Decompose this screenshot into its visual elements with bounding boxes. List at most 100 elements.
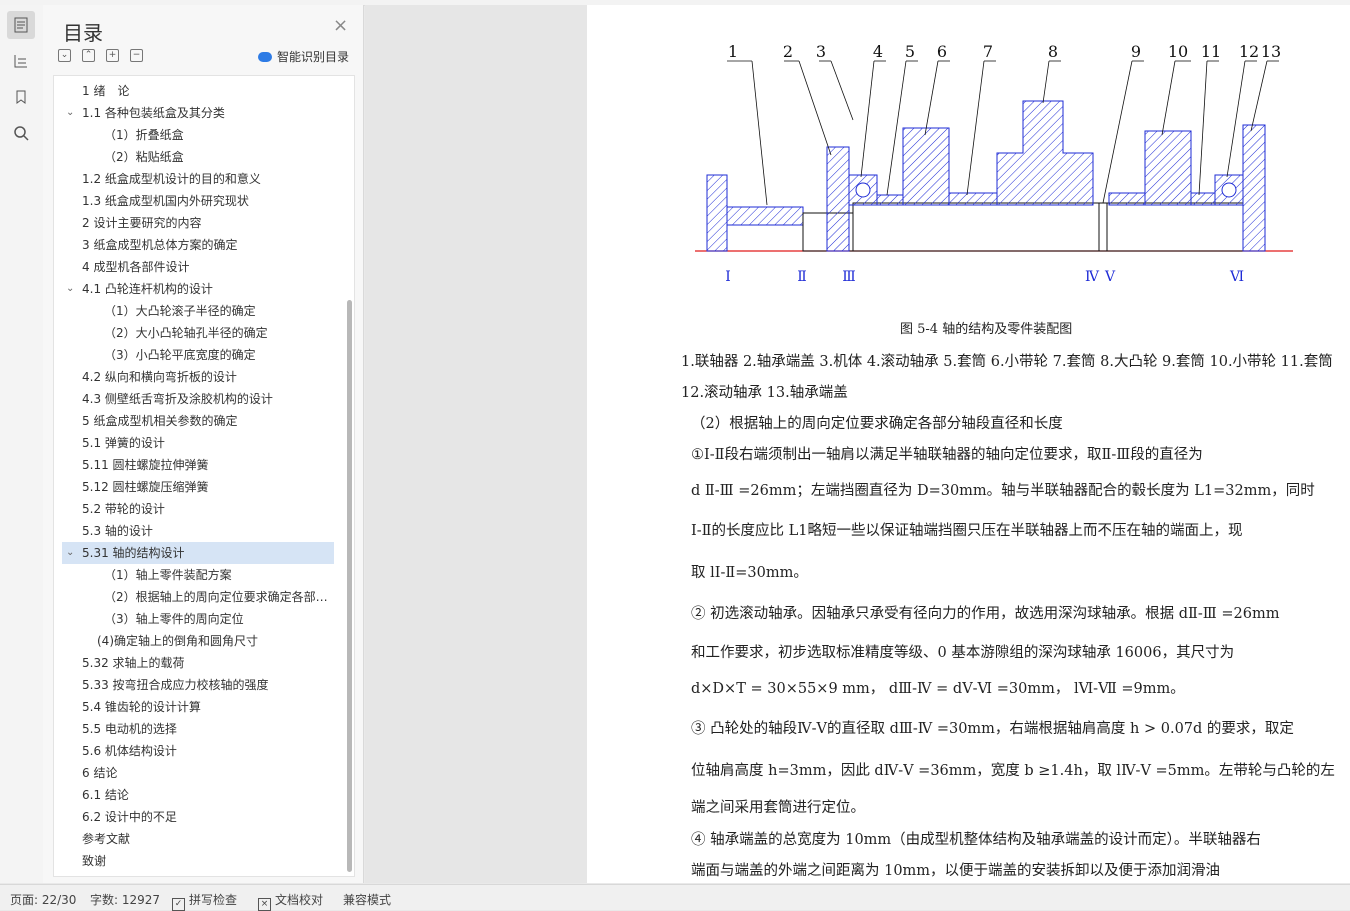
toc-item[interactable]: （1）轴上零件装配方案 (62, 564, 334, 586)
toc-item-label: （1）折叠纸盒 (104, 128, 184, 142)
section-marks: Ⅰ Ⅱ Ⅲ ⅣⅤ Ⅵ (725, 269, 1244, 285)
left-icon-rail (0, 5, 44, 883)
smart-toc-button[interactable]: 智能识别目录 (258, 48, 349, 65)
toc-item[interactable]: 5.4 锥齿轮的设计计算 (62, 696, 334, 718)
toc-item[interactable]: （1）折叠纸盒 (62, 124, 334, 146)
add-heading-icon[interactable]: + (106, 49, 119, 62)
toc-item[interactable]: 4.3 侧壁纸舌弯折及涂胶机构的设计 (62, 388, 334, 410)
coupling-hub (726, 206, 804, 226)
toc-item[interactable]: （2）大小凸轮轴孔半径的确定 (62, 322, 334, 344)
close-icon[interactable]: × (333, 17, 348, 35)
search-icon[interactable] (7, 119, 35, 147)
toc-panel: 目录 × ⌄ ⌃ + − 智能识别目录 1 绪 论 ⌄ 1.1 各种包装纸盒及其分类… (43, 5, 364, 883)
toc-item-label: 致谢 (82, 854, 107, 868)
word-count[interactable]: 字数: 12927 (90, 891, 160, 908)
compat-mode: 兼容模式 (343, 893, 392, 907)
toc-item[interactable]: （2）粘贴纸盒 (62, 146, 334, 168)
sleeve-7 (948, 192, 998, 206)
toc-item[interactable]: ⌄ 4.1 凸轮连杆机构的设计 (62, 278, 334, 300)
paragraph-line: Ⅰ-Ⅱ的长度应比 L1略短一些以保证轴端挡圈只压在半联轴器上而不压在轴的端面上，… (691, 523, 1243, 539)
bearing-ball-left (855, 182, 871, 198)
toc-item[interactable]: 5.2 带轮的设计 (62, 498, 334, 520)
part-number-label: 13 (1261, 42, 1281, 61)
bearing-ball-right (1221, 182, 1237, 198)
paragraph-line: ③ 凸轮处的轴段Ⅳ-Ⅴ的直径取 dⅢ-Ⅳ =30mm，右端根据轴肩高度 h > … (691, 721, 1294, 737)
toc-item[interactable]: （2）根据轴上的周向定位要求确定各部分轴段直径和长度 (62, 586, 334, 608)
cam-large (996, 100, 1094, 206)
spell-check-label: 拼写检查 (189, 893, 238, 907)
toc-item-label: （2）根据轴上的周向定位要求确定各部分轴段直径和长度 (104, 590, 330, 604)
part-number-label: 11 (1201, 42, 1221, 61)
toc-item[interactable]: 6.2 设计中的不足 (62, 806, 334, 828)
toc-item-label: （2）大小凸轮轴孔半径的确定 (104, 326, 268, 340)
toc-item-label: 2 设计主要研究的内容 (82, 216, 202, 230)
paragraph-line: 和工作要求，初步选取标准精度等级、0 基本游隙组的深沟球轴承 16006，其尺寸… (691, 645, 1235, 661)
toc-item[interactable]: ⌄ 1.1 各种包装纸盒及其分类 (62, 102, 334, 124)
toc-item[interactable]: 5.5 电动机的选择 (62, 718, 334, 740)
chevron-down-icon[interactable]: ⌄ (66, 102, 76, 124)
toc-item[interactable]: 3 纸盒成型机总体方案的确定 (62, 234, 334, 256)
folder-tree-icon[interactable] (7, 47, 35, 75)
toc-item[interactable]: （3）轴上零件的周向定位 (62, 608, 334, 630)
part-number-label: 9 (1131, 42, 1141, 61)
figure-caption: 图 5-4 轴的结构及零件装配图 (900, 322, 1073, 337)
toc-item[interactable]: 5.32 求轴上的载荷 (62, 652, 334, 674)
toc-item[interactable]: (4)确定轴上的倒角和圆角尺寸 (62, 630, 334, 652)
toc-icon[interactable] (7, 11, 35, 39)
toc-item-label: 1 绪 论 (82, 84, 130, 98)
status-bar: 页面: 22/30 字数: 12927 ✓ 拼写检查 × 文档校对 兼容模式 (0, 884, 1350, 911)
toc-item-label: 5.12 圆柱螺旋压缩弹簧 (82, 480, 209, 494)
toc-item[interactable]: 1.2 纸盒成型机设计的目的和意义 (62, 168, 334, 190)
toc-item[interactable]: 5.6 机体结构设计 (62, 740, 334, 762)
toc-item[interactable]: （3）小凸轮平底宽度的确定 (62, 344, 334, 366)
toc-item[interactable]: 4.2 纵向和横向弯折板的设计 (62, 366, 334, 388)
toc-item[interactable]: 1 绪 论 (62, 80, 334, 102)
toc-item-label: （1）轴上零件装配方案 (104, 568, 232, 582)
toc-item[interactable]: 参考文献 (62, 828, 334, 850)
toc-item[interactable]: 1.3 纸盒成型机国内外研究现状 (62, 190, 334, 212)
part-number-label: 3 (816, 42, 826, 61)
bearing-cover-left (826, 146, 850, 252)
toc-item-label: 4.2 纵向和横向弯折板的设计 (82, 370, 237, 384)
spell-check-button[interactable]: ✓ 拼写检查 (172, 891, 237, 911)
toc-item[interactable]: 5.33 按弯扭合成应力校核轴的强度 (62, 674, 334, 696)
paragraph-line: ② 初选滚动轴承。因轴承只承受有径向力的作用，故选用深沟球轴承。根据 dⅡ-Ⅲ … (691, 606, 1280, 622)
chevron-down-icon[interactable]: ⌄ (66, 542, 76, 564)
toc-item[interactable]: 5.11 圆柱螺旋拉伸弹簧 (62, 454, 334, 476)
toc-item-label: 5.11 圆柱螺旋拉伸弹簧 (82, 458, 209, 472)
toc-title: 目录 (63, 21, 103, 45)
toc-item[interactable]: ⌄ 5.31 轴的结构设计 (62, 542, 334, 564)
bookmark-icon[interactable] (7, 83, 35, 111)
expand-up-icon[interactable]: ⌃ (82, 49, 95, 62)
toc-item-label: 6.1 结论 (82, 788, 129, 802)
page-indicator[interactable]: 页面: 22/30 (10, 891, 76, 908)
toc-item[interactable]: 致谢 (62, 850, 334, 872)
toc-item[interactable]: 4 成型机各部件设计 (62, 256, 334, 278)
toc-item-label: 5.5 电动机的选择 (82, 722, 177, 736)
shaft-main (852, 202, 1100, 252)
paragraph-line: d Ⅱ-Ⅲ =26mm；左端挡圈直径为 D=30mm。轴与半联轴器配合的毂长度为… (691, 483, 1315, 499)
toc-item[interactable]: 6.1 结论 (62, 784, 334, 806)
paragraph-line: 端面与端盖的外端之间距离为 10mm，以便于端盖的安装拆卸以及便于添加润滑油 (691, 863, 1221, 879)
section-mark-label: Ⅲ (842, 269, 856, 285)
proofread-button[interactable]: × 文档校对 (258, 891, 323, 911)
toc-item[interactable]: 5.1 弹簧的设计 (62, 432, 334, 454)
toc-item[interactable]: 6 结论 (62, 762, 334, 784)
part-number-label: 10 (1168, 42, 1188, 61)
toc-item[interactable]: 5 纸盒成型机相关参数的确定 (62, 410, 334, 432)
sleeve-9b (1108, 192, 1146, 206)
toc-item[interactable]: 5.3 轴的设计 (62, 520, 334, 542)
pulley-small-right (1144, 130, 1192, 206)
toc-item-label: （3）轴上零件的周向定位 (104, 612, 244, 626)
toc-item[interactable]: 2 设计主要研究的内容 (62, 212, 334, 234)
section-mark-label: Ⅰ (725, 269, 731, 285)
toc-scrollbar[interactable] (347, 300, 352, 872)
remove-heading-icon[interactable]: − (130, 49, 143, 62)
toc-item[interactable]: 5.12 圆柱螺旋压缩弹簧 (62, 476, 334, 498)
toc-item[interactable]: （1）大凸轮滚子半径的确定 (62, 300, 334, 322)
collapse-all-icon[interactable]: ⌄ (58, 49, 71, 62)
paragraph-line: 位轴肩高度 h=3mm，因此 dⅣ-Ⅴ =36mm，宽度 b ≥1.4h，取 l… (691, 763, 1335, 779)
section-mark-label: Ⅳ (1085, 269, 1100, 285)
sleeve-11 (1190, 192, 1216, 206)
chevron-down-icon[interactable]: ⌄ (66, 278, 76, 300)
